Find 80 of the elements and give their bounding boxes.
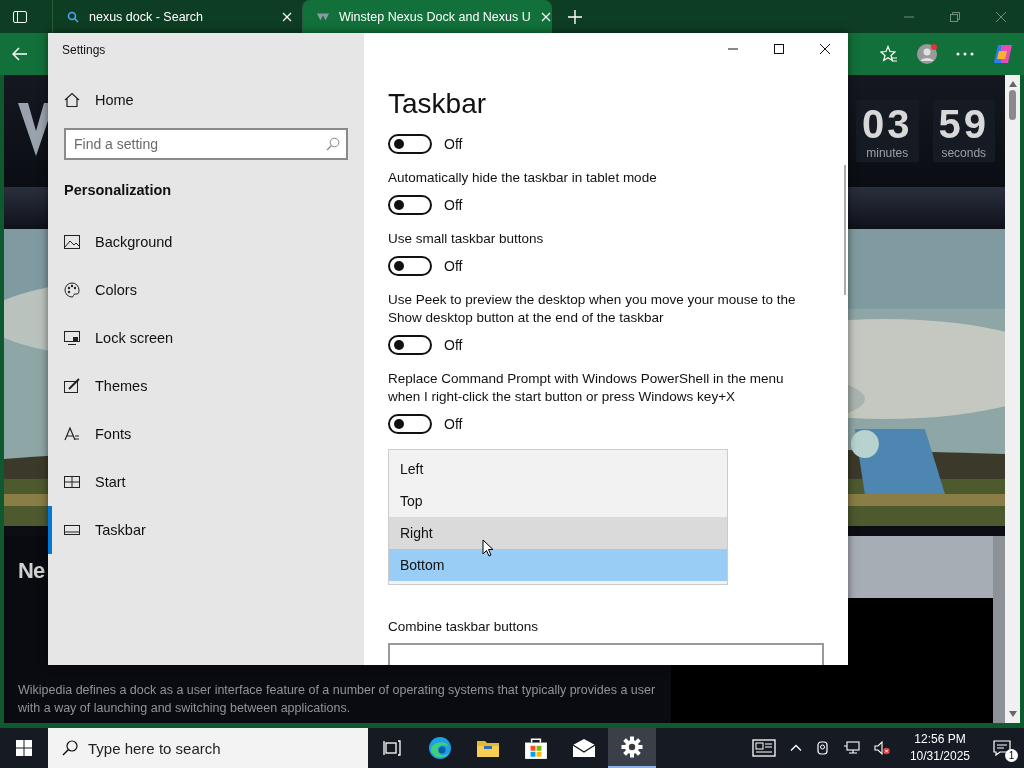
notification-count: 1 [1005, 749, 1018, 762]
mail-icon [572, 736, 596, 760]
browser-tab[interactable]: Winstep Nexus Dock and Nexus U [302, 0, 552, 33]
setting-label: Use Peek to preview the desktop when you move your mouse to the Show desktop button at the end of the taskbar [388, 291, 797, 327]
volume-muted-icon[interactable] [873, 740, 890, 756]
toggle-switch[interactable] [388, 134, 432, 154]
restore-icon[interactable] [950, 11, 960, 22]
scroll-thumb[interactable] [1009, 90, 1016, 120]
taskbar-app[interactable] [608, 728, 656, 768]
store-bag-icon [524, 736, 548, 760]
scroll-up-icon[interactable] [1008, 81, 1017, 87]
clock-time: 12:56 PM [914, 731, 966, 748]
browser-icon [428, 736, 452, 760]
nav-item[interactable]: Themes [48, 362, 364, 410]
notification-icon [993, 739, 1011, 757]
task-view-icon [383, 739, 401, 757]
toggle-state: Off [444, 416, 463, 432]
palette-icon [64, 282, 80, 298]
toggle-state: Off [444, 258, 463, 274]
themes-brush-icon [64, 378, 80, 394]
home-item[interactable]: Home [48, 75, 364, 125]
dropdown-option[interactable]: Left [389, 453, 727, 485]
description-text: Wikipedia defines a dock as a user interface feature of a number of operating systems that typically provides a user with a way of launching and switching between applications. [18, 682, 657, 717]
scroll-down-icon[interactable] [1008, 711, 1017, 717]
nav-item[interactable]: Colors [48, 266, 364, 314]
combo-box[interactable] [388, 643, 824, 665]
toggle-state: Off [444, 337, 463, 353]
nav-item[interactable]: Start [48, 458, 364, 506]
news-widget-icon[interactable] [751, 736, 776, 760]
toggle-state: Off [444, 136, 463, 152]
chevron-up-icon[interactable] [789, 742, 802, 754]
search-field[interactable]: Find a setting [64, 128, 348, 160]
tab-title: nexus dock - Search [89, 9, 203, 24]
profile-avatar-icon[interactable] [916, 43, 938, 65]
nav-item[interactable]: Background [48, 218, 364, 266]
dropdown-option[interactable]: Right [389, 517, 727, 549]
tab-actions-icon[interactable] [12, 8, 28, 25]
window-title: Settings [61, 42, 107, 59]
countdown-label: seconds [941, 146, 987, 160]
nav-item[interactable]: Lock screen [48, 314, 364, 362]
toggle-switch[interactable] [388, 335, 432, 355]
toggle-switch[interactable] [388, 256, 432, 276]
countdown-label: minutes [866, 146, 909, 160]
settings-icon [621, 736, 643, 758]
nav-item[interactable]: Fonts [48, 410, 364, 458]
search-icon [67, 10, 79, 23]
search-icon [326, 137, 340, 151]
back-arrow-icon[interactable] [12, 47, 28, 61]
countdown-digits: 59 [938, 102, 989, 146]
setting-label: Replace Command Prompt with Windows PowerShell in the menu when I right-click the start button or press Windows key+X [388, 370, 785, 406]
mouse-cursor-icon [482, 539, 494, 557]
setting-label: Use small taskbar buttons [388, 230, 545, 248]
maximize-icon[interactable] [774, 43, 784, 54]
toggle-switch[interactable] [388, 195, 432, 215]
search-icon [62, 740, 78, 756]
setting-label: Automatically hide the taskbar in tablet mode [388, 169, 658, 187]
logo-text: Ne [18, 558, 45, 584]
tab-title: Winstep Nexus Dock and Nexus U [339, 9, 531, 24]
network-icon[interactable] [843, 740, 860, 756]
countdown-digits: 03 [862, 102, 913, 146]
taskbar-icon [64, 522, 80, 538]
toggle-switch[interactable] [388, 414, 432, 434]
favorites-icon[interactable] [880, 45, 898, 63]
start-grid-icon [64, 474, 80, 490]
lock-screen-icon [64, 330, 80, 346]
section-heading: Personalization [63, 182, 173, 198]
dropdown-option[interactable]: Bottom [389, 549, 727, 581]
taskbar-search-field[interactable]: Type here to search [48, 728, 368, 768]
home-icon [64, 92, 80, 108]
new-tab-icon[interactable] [568, 9, 582, 24]
clock-date: 10/31/2025 [909, 748, 970, 765]
close-icon[interactable] [820, 43, 830, 54]
page-title: Taskbar [388, 88, 488, 120]
setting-label: Combine taskbar buttons [388, 618, 540, 636]
start-icon[interactable] [16, 740, 32, 756]
toggle-state: Off [444, 197, 463, 213]
picture-frame-icon [64, 234, 80, 250]
meeting-icon[interactable] [815, 741, 830, 755]
dropdown-option[interactable]: Top [389, 485, 727, 517]
fonts-icon [64, 426, 80, 442]
